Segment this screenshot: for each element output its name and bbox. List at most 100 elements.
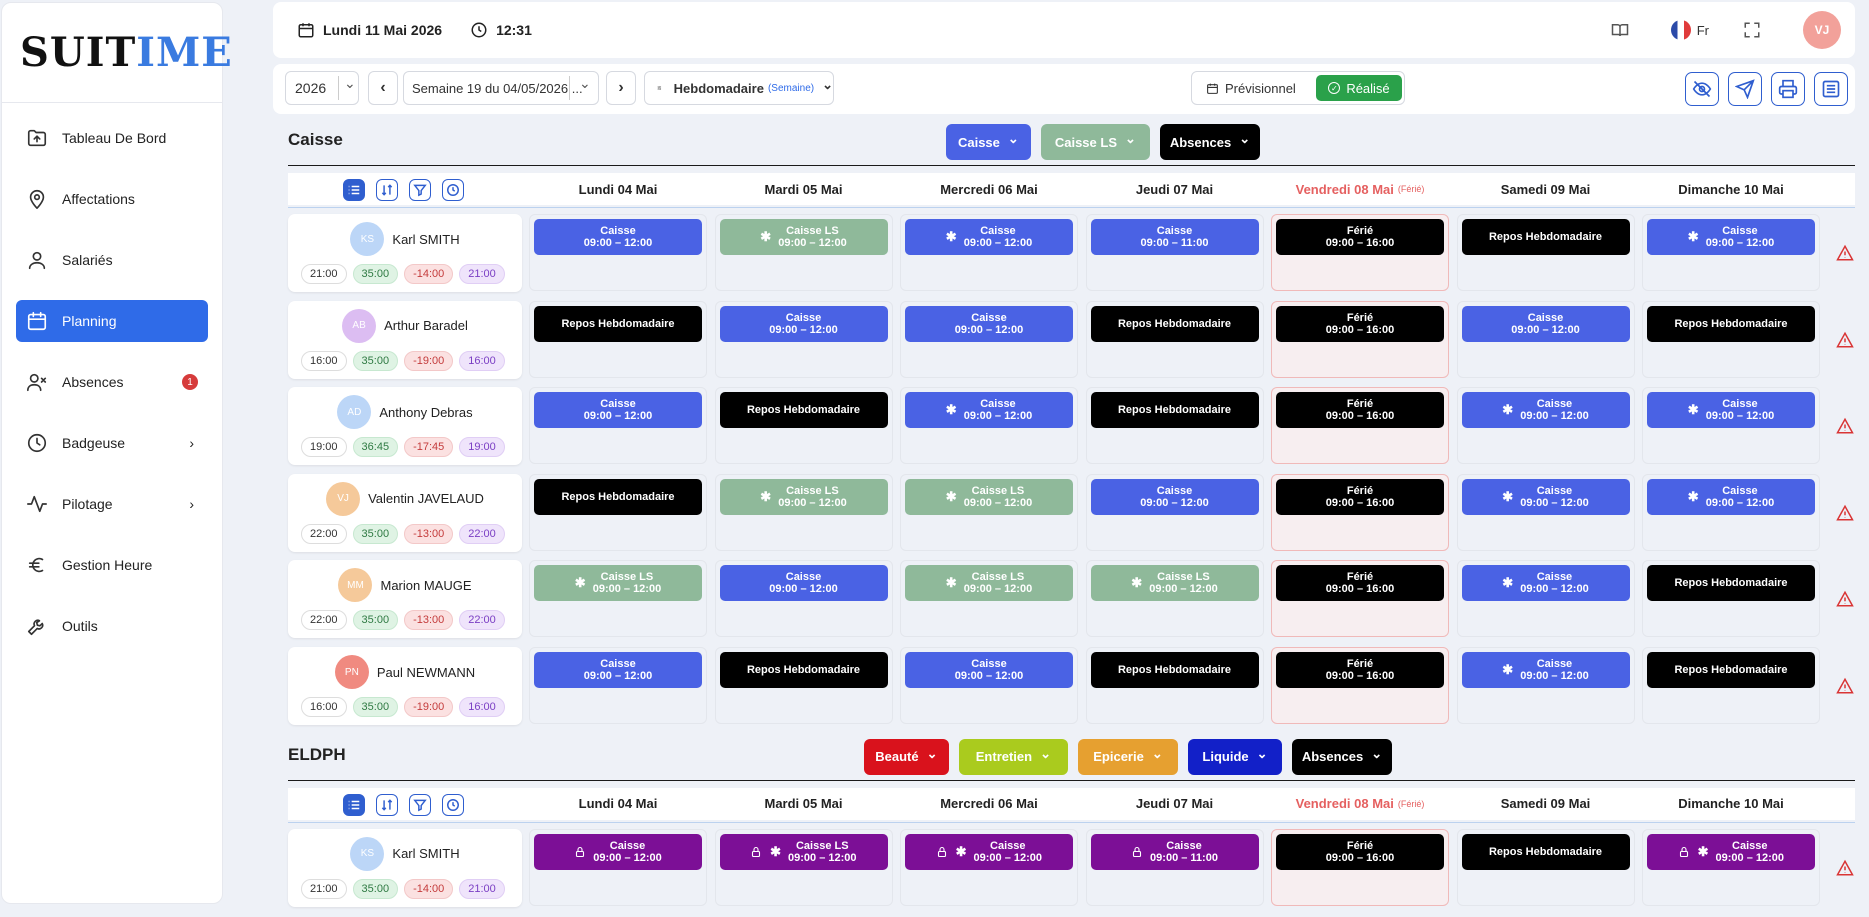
filter-chip-entretien[interactable]: Entretien bbox=[959, 738, 1068, 775]
shift-block[interactable]: ✱ Caisse LS 09:00 – 12:00 bbox=[719, 478, 888, 515]
employee-card[interactable]: KS Karl SMITH 21:00 35:00 -14:00 21:00 bbox=[288, 828, 522, 907]
shift-block[interactable]: Repos Hebdomadaire bbox=[719, 392, 888, 429]
shift-block[interactable]: ✱ Caisse LS 09:00 – 12:00 bbox=[719, 833, 888, 870]
previsionnel-toggle[interactable]: Prévisionnel bbox=[1192, 81, 1312, 96]
planning-cell[interactable]: ✱ Caisse LS 09:00 – 12:00 bbox=[714, 473, 893, 551]
employee-card[interactable]: KS Karl SMITH 21:00 35:00 -14:00 21:00 bbox=[288, 214, 522, 292]
sidebar-item-planning[interactable]: Planning bbox=[16, 300, 208, 342]
warning-icon[interactable] bbox=[1836, 244, 1854, 262]
language-selector[interactable]: Fr bbox=[1670, 20, 1709, 40]
sidebar-item-outils[interactable]: Outils bbox=[16, 605, 208, 647]
shift-block[interactable]: ✱ Caisse 09:00 – 12:00 bbox=[1647, 392, 1815, 429]
shift-block[interactable]: Repos Hebdomadaire bbox=[1647, 305, 1815, 342]
planning-cell[interactable]: Caisse 09:00 – 12:00 bbox=[529, 647, 707, 724]
shift-block[interactable]: Repos Hebdomadaire bbox=[1090, 392, 1259, 429]
shift-block[interactable]: Caisse 09:00 – 11:00 bbox=[1090, 219, 1259, 255]
planning-cell[interactable]: ✱ Caisse 09:00 – 12:00 bbox=[1642, 214, 1820, 291]
planning-cell[interactable]: ✱ Caisse LS 09:00 – 12:00 bbox=[1085, 560, 1264, 638]
sort-button[interactable] bbox=[376, 179, 398, 201]
shift-block[interactable]: ✱ Caisse LS 09:00 – 12:00 bbox=[534, 565, 702, 602]
shift-block[interactable]: Caisse 09:00 – 12:00 bbox=[1090, 478, 1259, 515]
list-view-toggle[interactable] bbox=[343, 179, 365, 201]
planning-cell[interactable]: Caisse 09:00 – 11:00 bbox=[1085, 214, 1264, 291]
shift-block[interactable]: Caisse 09:00 – 12:00 bbox=[719, 565, 888, 602]
book-icon[interactable] bbox=[1611, 21, 1629, 39]
shift-block[interactable]: ✱ Caisse 09:00 – 12:00 bbox=[1461, 652, 1630, 688]
sidebar-item-gestion-heure[interactable]: Gestion Heure bbox=[16, 544, 208, 586]
shift-block[interactable]: Repos Hebdomadaire bbox=[1647, 652, 1815, 688]
shift-block[interactable]: Caisse 09:00 – 12:00 bbox=[534, 392, 702, 429]
time-button[interactable] bbox=[442, 179, 464, 201]
planning-cell[interactable]: Caisse 09:00 – 12:00 bbox=[529, 387, 707, 465]
planning-cell[interactable]: ✱ Caisse 09:00 – 12:00 bbox=[1642, 387, 1820, 465]
employee-card[interactable]: MM Marion MAUGE 22:00 35:00 -13:00 22:00 bbox=[288, 560, 522, 639]
planning-cell[interactable]: ✱ Caisse LS 09:00 – 12:00 bbox=[714, 828, 893, 906]
shift-block[interactable]: Caisse 09:00 – 12:00 bbox=[1461, 305, 1630, 342]
filter-chip-beaut-[interactable]: Beauté bbox=[863, 738, 950, 775]
filter-chip-absences[interactable]: Absences bbox=[1291, 738, 1393, 775]
warning-icon[interactable] bbox=[1836, 677, 1854, 695]
shift-block[interactable]: Caisse 09:00 – 12:00 bbox=[905, 305, 1073, 342]
shift-block[interactable]: Repos Hebdomadaire bbox=[719, 652, 888, 688]
sidebar-item-badgeuse[interactable]: Badgeuse › bbox=[16, 422, 208, 464]
warning-icon[interactable] bbox=[1836, 417, 1854, 435]
print-button[interactable] bbox=[1771, 72, 1805, 106]
planning-cell[interactable]: Repos Hebdomadaire bbox=[529, 300, 707, 378]
planning-cell[interactable]: Repos Hebdomadaire bbox=[529, 473, 707, 551]
shift-block[interactable]: Repos Hebdomadaire bbox=[1090, 652, 1259, 688]
planning-cell[interactable]: Caisse 09:00 – 11:00 bbox=[1085, 828, 1264, 906]
shift-block[interactable]: Caisse 09:00 – 12:00 bbox=[534, 652, 702, 688]
warning-icon[interactable] bbox=[1836, 504, 1854, 522]
planning-cell[interactable]: Repos Hebdomadaire bbox=[1085, 647, 1264, 724]
shift-block[interactable]: Repos Hebdomadaire bbox=[534, 478, 702, 515]
filter-button[interactable] bbox=[409, 179, 431, 201]
user-avatar[interactable]: VJ bbox=[1803, 11, 1841, 49]
shift-block[interactable]: Caisse 09:00 – 12:00 bbox=[905, 652, 1073, 688]
list-view-toggle[interactable] bbox=[343, 793, 365, 816]
planning-cell[interactable]: ✱ Caisse 09:00 – 12:00 bbox=[900, 828, 1078, 906]
shift-block[interactable]: ✱ Caisse LS 09:00 – 12:00 bbox=[905, 565, 1073, 602]
shift-block[interactable]: Férié 09:00 – 16:00 bbox=[1276, 478, 1444, 515]
planning-cell[interactable]: ✱ Caisse 09:00 – 12:00 bbox=[1456, 647, 1635, 724]
filter-chip-absences[interactable]: Absences bbox=[1159, 124, 1261, 160]
shift-block[interactable]: Caisse 09:00 – 11:00 bbox=[1090, 833, 1259, 870]
shift-block[interactable]: Férié 09:00 – 16:00 bbox=[1276, 652, 1444, 688]
shift-block[interactable]: Repos Hebdomadaire bbox=[1461, 833, 1630, 870]
shift-block[interactable]: Repos Hebdomadaire bbox=[534, 305, 702, 342]
planning-cell[interactable]: Repos Hebdomadaire bbox=[1456, 214, 1635, 291]
planning-cell[interactable]: ✱ Caisse LS 09:00 – 12:00 bbox=[900, 473, 1078, 551]
planning-cell[interactable]: Férié 09:00 – 16:00 bbox=[1271, 473, 1449, 551]
planning-cell[interactable]: Caisse 09:00 – 12:00 bbox=[1085, 473, 1264, 551]
planning-cell[interactable]: ✱ Caisse 09:00 – 12:00 bbox=[1642, 473, 1820, 551]
planning-cell[interactable]: Férié 09:00 – 16:00 bbox=[1271, 300, 1449, 378]
shift-block[interactable]: Férié 09:00 – 16:00 bbox=[1276, 565, 1444, 602]
shift-block[interactable]: ✱ Caisse 09:00 – 12:00 bbox=[1461, 478, 1630, 515]
planning-cell[interactable]: ✱ Caisse LS 09:00 – 12:00 bbox=[714, 214, 893, 291]
planning-cell[interactable]: ✱ Caisse 09:00 – 12:00 bbox=[1456, 560, 1635, 638]
employee-card[interactable]: PN Paul NEWMANN 16:00 35:00 -19:00 16:00 bbox=[288, 647, 522, 725]
filter-chip-caisse[interactable]: Caisse bbox=[945, 124, 1032, 160]
planning-cell[interactable]: Férié 09:00 – 16:00 bbox=[1271, 560, 1449, 638]
shift-block[interactable]: ✱ Caisse 09:00 – 12:00 bbox=[905, 219, 1073, 255]
planning-cell[interactable]: Caisse 09:00 – 12:00 bbox=[529, 828, 707, 906]
view-mode-select[interactable]: Hebdomadaire (Semaine) ⌄ bbox=[644, 71, 834, 105]
planning-cell[interactable]: Férié 09:00 – 16:00 bbox=[1271, 647, 1449, 724]
planning-cell[interactable]: ✱ Caisse LS 09:00 – 12:00 bbox=[529, 560, 707, 638]
year-select[interactable]: 2026 ⌄ bbox=[285, 71, 359, 105]
planning-cell[interactable]: Repos Hebdomadaire bbox=[1642, 300, 1820, 378]
planning-cell[interactable]: Férié 09:00 – 16:00 bbox=[1271, 387, 1449, 465]
employee-card[interactable]: AD Anthony Debras 19:00 36:45 -17:45 19:00 bbox=[288, 387, 522, 466]
shift-block[interactable]: Caisse 09:00 – 12:00 bbox=[534, 833, 702, 870]
planning-cell[interactable]: Repos Hebdomadaire bbox=[714, 647, 893, 724]
planning-cell[interactable]: Férié 09:00 – 16:00 bbox=[1271, 828, 1449, 906]
planning-cell[interactable]: Caisse 09:00 – 12:00 bbox=[900, 300, 1078, 378]
planning-cell[interactable]: Caisse 09:00 – 12:00 bbox=[1456, 300, 1635, 378]
shift-block[interactable]: Caisse 09:00 – 12:00 bbox=[534, 219, 702, 255]
planning-cell[interactable]: ✱ Caisse 09:00 – 12:00 bbox=[1456, 387, 1635, 465]
shift-block[interactable]: Caisse 09:00 – 12:00 bbox=[719, 305, 888, 342]
shift-block[interactable]: Férié 09:00 – 16:00 bbox=[1276, 305, 1444, 342]
time-button[interactable] bbox=[442, 793, 464, 816]
planning-cell[interactable]: Caisse 09:00 – 12:00 bbox=[900, 647, 1078, 724]
shift-block[interactable]: ✱ Caisse LS 09:00 – 12:00 bbox=[905, 478, 1073, 515]
sort-button[interactable] bbox=[376, 793, 398, 816]
